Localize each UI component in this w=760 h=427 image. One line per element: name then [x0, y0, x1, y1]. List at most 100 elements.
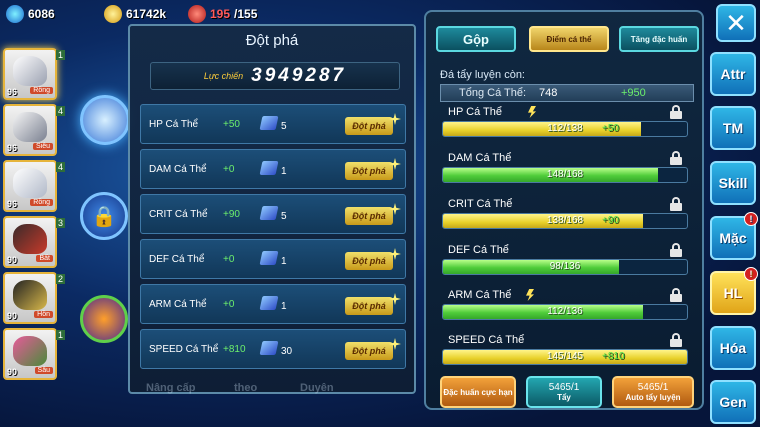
stat-label: HP Cá Thể — [448, 106, 503, 118]
stat-name: DAM Cá Thể — [149, 164, 207, 175]
gold-counter[interactable]: 61742k — [104, 5, 166, 23]
auto-wash-button[interactable]: 5465/1 Auto tẩy luyện — [612, 376, 694, 408]
close-button[interactable]: ✕ — [716, 4, 756, 42]
breakthrough-row: DEF Cá Thể +0 1 Đột phá — [140, 239, 406, 279]
total-label: Tổng Cá Thể: — [459, 87, 527, 99]
extreme-training-label: Đặc huấn cực hạn — [443, 387, 513, 397]
breakthrough-row: CRIT Cá Thể +90 5 Đột phá — [140, 194, 406, 234]
stat-label: DAM Cá Thể — [448, 152, 512, 164]
side-button-skill[interactable]: Skill — [710, 161, 756, 205]
lock-icon[interactable] — [670, 243, 682, 257]
breakthrough-button[interactable]: Đột phá — [345, 162, 393, 180]
auto-wash-count: 5465/1 — [637, 382, 669, 393]
stat-bonus: +50 — [602, 123, 619, 134]
side-button-label: Gen — [719, 394, 747, 410]
stat-label: DEF Cá Thể — [448, 244, 509, 256]
combat-power-label: Lực chiến — [203, 71, 244, 81]
side-button-label: Attr — [720, 66, 746, 82]
side-button-attr[interactable]: Attr — [710, 52, 756, 96]
team-member-card[interactable]: 90 Bất 3 — [3, 216, 65, 268]
tab-special-training[interactable]: Tăng đặc huấn — [619, 26, 699, 52]
wash-count: 5465/1 — [548, 382, 580, 393]
lock-icon[interactable] — [670, 105, 682, 119]
breakthrough-button[interactable]: Đột phá — [345, 117, 393, 135]
breakthrough-button[interactable]: Đột phá — [345, 297, 393, 315]
skill-orb-icon[interactable] — [80, 95, 130, 145]
team-slot-number: 4 — [55, 162, 65, 172]
team-tag: Siêu — [32, 143, 53, 150]
stat-name: HP Cá Thể — [149, 119, 199, 130]
team-member-card[interactable]: 96 Siêu 4 — [3, 104, 65, 156]
side-button-transform[interactable]: Hóa — [710, 326, 756, 370]
tab-merge[interactable]: Gộp — [436, 26, 516, 52]
lock-orb-icon[interactable]: 🔒 — [80, 192, 128, 240]
stone-count: 1 — [281, 166, 287, 177]
lock-icon[interactable] — [670, 333, 682, 347]
team-tag: Rồng — [30, 199, 53, 206]
monster-portrait — [13, 224, 47, 254]
stat-name: SPEED Cá Thể — [149, 344, 219, 355]
breakthrough-stone-icon — [259, 296, 279, 310]
team-level: 96 — [7, 87, 18, 97]
team-tag: Hồn — [34, 311, 53, 318]
panel-title: Đột phá — [245, 32, 299, 49]
team-member-card[interactable]: 90 Sâu 1 — [3, 328, 65, 380]
lightning-icon — [526, 289, 534, 301]
extreme-training-button[interactable]: Đặc huấn cực hạn — [440, 376, 516, 408]
side-button-label: HL — [723, 285, 743, 301]
side-button-tm[interactable]: TM — [710, 106, 756, 150]
stat-value: 145/145 — [546, 351, 584, 362]
stat-value: 112/136 — [547, 306, 583, 317]
stat-label: ARM Cá Thể — [448, 289, 512, 301]
breakthrough-button[interactable]: Đột phá — [345, 342, 393, 360]
breakthrough-stone-icon — [259, 161, 279, 175]
breakthrough-row: ARM Cá Thể +0 1 Đột phá — [140, 284, 406, 324]
gems-counter[interactable]: 6086 — [6, 5, 55, 23]
stat-bonus: +0 — [223, 254, 235, 265]
side-button-gen[interactable]: Gen — [710, 380, 756, 424]
lock-icon[interactable] — [670, 288, 682, 302]
lock-icon[interactable] — [670, 197, 682, 211]
gold-value: 61742k — [126, 7, 167, 21]
side-button-equip[interactable]: Mặc! — [710, 212, 758, 260]
combat-power-box: Lực chiến 3949287 — [150, 62, 400, 90]
team-tag: Rồng — [30, 87, 53, 94]
team-slot-number: 3 — [55, 218, 65, 228]
wash-button[interactable]: 5465/1 Tẩy — [526, 376, 602, 408]
team-level: 90 — [7, 311, 18, 321]
breakthrough-row: SPEED Cá Thể +810 30 Đột phá — [140, 329, 406, 369]
stone-count: 1 — [281, 301, 287, 312]
stat-bonus: +90 — [223, 209, 240, 220]
breakthrough-button[interactable]: Đột phá — [345, 207, 393, 225]
gold-coin-icon — [104, 5, 122, 23]
monster-ball-icon[interactable] — [80, 295, 128, 343]
stamina-counter[interactable]: 195/155 — [188, 5, 257, 23]
breakthrough-stone-icon — [259, 116, 279, 130]
stone-count: 5 — [281, 211, 287, 222]
alert-badge: ! — [744, 267, 758, 281]
lock-icon: 🔒 — [91, 205, 117, 228]
team-level: 96 — [7, 199, 18, 209]
lock-icon[interactable] — [670, 151, 682, 165]
stat-value: 138/168 — [546, 215, 584, 226]
breakthrough-button[interactable]: Đột phá — [345, 252, 393, 270]
stone-count: 5 — [281, 121, 287, 132]
side-button-hl[interactable]: HL! — [710, 267, 758, 315]
team-member-card[interactable]: 96 Rồng 1 — [3, 48, 65, 100]
tab-individual-points[interactable]: Điểm cá thể — [529, 26, 609, 52]
breakthrough-stone-icon — [259, 341, 279, 355]
team-level: 90 — [7, 367, 18, 377]
stat-value: 112/138 — [547, 123, 583, 134]
monster-portrait — [13, 280, 47, 310]
stat-bonus: +90 — [602, 215, 619, 226]
stat-name: ARM Cá Thể — [149, 299, 207, 310]
ghost-label-follow: theo — [234, 382, 258, 394]
stat-value: 148/168 — [546, 169, 584, 180]
team-member-card[interactable]: 90 Hồn 2 — [3, 272, 65, 324]
team-slot-number: 1 — [55, 330, 65, 340]
stamina-max: /155 — [234, 7, 258, 21]
stat-name: DEF Cá Thể — [149, 254, 205, 265]
team-member-card[interactable]: 96 Rồng 4 — [3, 160, 65, 212]
team-slot-number: 2 — [55, 274, 65, 284]
gem-icon — [6, 5, 24, 23]
